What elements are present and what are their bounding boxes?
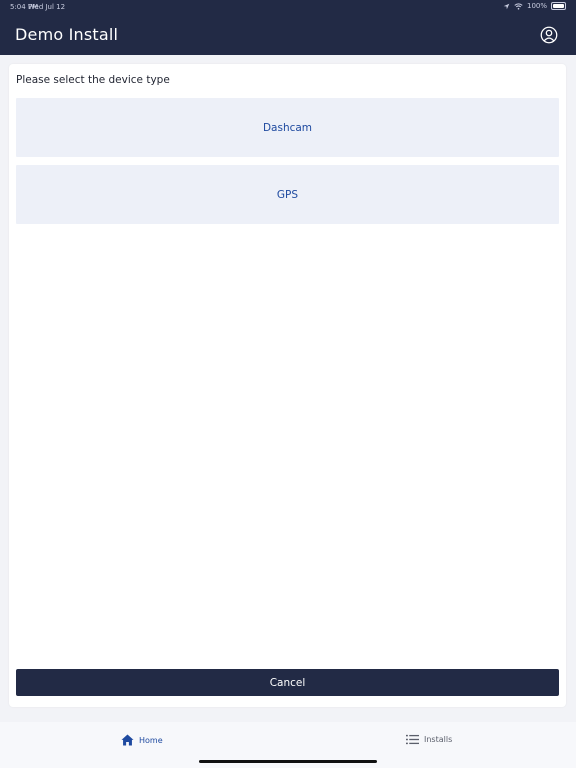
option-label: Dashcam [262,121,313,134]
device-type-card: Please select the device type Dashcam GP… [9,64,566,707]
cancel-label: Cancel [269,676,306,689]
tab-label: Installs [424,735,453,744]
home-icon [121,734,134,746]
app-header: 5:04 PM Wed Jul 12 100% Demo Install [0,0,576,55]
page-title: Demo Install [15,25,119,44]
cancel-button[interactable]: Cancel [16,669,559,696]
device-type-prompt: Please select the device type [16,74,170,86]
location-icon [503,3,510,9]
list-icon [406,734,419,745]
option-gps[interactable]: GPS [16,165,559,224]
wifi-icon [514,2,523,10]
tab-label: Home [139,735,163,745]
user-circle-icon [540,26,558,44]
tab-installs[interactable]: Installs [406,734,452,745]
status-indicators: 100% [503,2,566,10]
option-dashcam[interactable]: Dashcam [16,98,559,157]
option-label: GPS [276,188,299,201]
home-indicator [199,760,377,763]
status-bar: 5:04 PM Wed Jul 12 100% [0,0,576,14]
status-date: Wed Jul 12 [28,3,66,11]
profile-button[interactable] [540,26,558,44]
battery-percent: 100% [526,2,547,10]
app-root: 5:04 PM Wed Jul 12 100% Demo Install Ple… [0,0,576,768]
battery-icon [551,2,566,10]
tab-home[interactable]: Home [121,734,163,746]
